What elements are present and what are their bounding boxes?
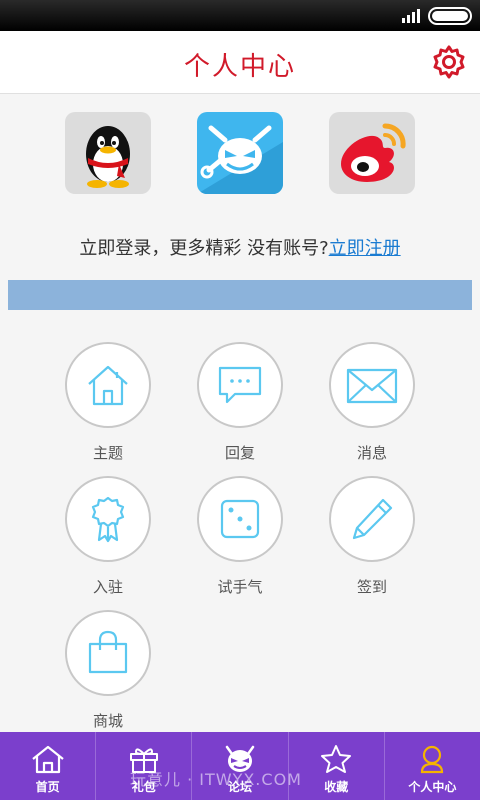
status-bar (0, 0, 480, 31)
func-store[interactable]: 商城 (53, 610, 163, 731)
signal-icon (402, 9, 420, 23)
house-icon (31, 745, 64, 774)
func-join[interactable]: 入驻 (53, 476, 163, 597)
func-topics[interactable]: 主题 (53, 342, 163, 463)
func-label: 商城 (92, 712, 123, 730)
pencil-icon (352, 498, 393, 540)
tab-profile[interactable]: 个人中心 (385, 732, 480, 800)
no-account-text: 没有账号? (247, 238, 329, 259)
tab-label: 收藏 (324, 780, 349, 794)
func-label: 回复 (224, 444, 255, 462)
weibo-login-button[interactable] (329, 112, 415, 194)
tab-favorites[interactable]: 收藏 (289, 732, 385, 800)
tab-home[interactable]: 首页 (0, 732, 97, 800)
func-messages[interactable]: 消息 (317, 342, 427, 463)
func-label: 主题 (92, 444, 123, 462)
func-checkin[interactable]: 签到 (317, 476, 427, 597)
func-label: 签到 (356, 578, 387, 596)
func-lucky[interactable]: 试手气 (185, 476, 295, 597)
qq-icon (65, 112, 151, 194)
status-indicators (402, 7, 472, 25)
register-link[interactable]: 立即注册 (329, 238, 401, 259)
shopping-bag-icon (88, 630, 128, 674)
func-replies[interactable]: 回复 (185, 342, 295, 463)
house-icon (88, 365, 128, 406)
weibo-icon (329, 112, 415, 194)
devil-app-login-button[interactable] (197, 112, 283, 194)
star-icon (321, 745, 352, 773)
battery-icon (428, 7, 472, 25)
app-header: 个人中心 (0, 31, 480, 94)
func-label: 试手气 (217, 578, 263, 596)
watermark: 玩意儿 · ITWYX.COM (130, 770, 302, 789)
func-label: 消息 (356, 444, 387, 462)
ribbon-badge-icon (91, 496, 125, 543)
envelope-icon (346, 368, 398, 404)
page-title: 个人中心 (183, 52, 296, 82)
banner (8, 280, 472, 310)
tab-label: 个人中心 (408, 780, 457, 794)
person-icon (421, 745, 444, 774)
tab-label: 首页 (35, 780, 60, 794)
settings-gear-icon[interactable] (432, 45, 466, 79)
chat-bubble-icon (218, 366, 262, 404)
login-prompt: 立即登录，更多精彩 没有账号?立即注册 (0, 234, 480, 260)
func-label: 入驻 (92, 578, 123, 596)
qq-login-button[interactable] (65, 112, 151, 194)
login-prompt-text[interactable]: 立即登录，更多精彩 (79, 238, 241, 259)
dice-icon (220, 499, 260, 539)
devil-logo-icon (197, 112, 283, 194)
